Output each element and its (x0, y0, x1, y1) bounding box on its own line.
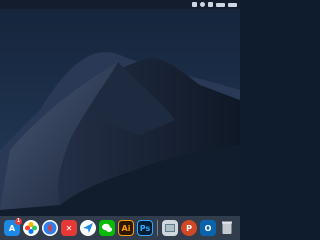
photos-icon[interactable] (23, 220, 39, 236)
notification-icon[interactable] (208, 2, 213, 7)
wifi-icon[interactable] (216, 2, 225, 7)
photos-flower-icon (25, 222, 37, 234)
safari-icon[interactable] (42, 220, 58, 236)
image-stack-icon (165, 224, 175, 232)
wechat-icon[interactable] (99, 220, 115, 236)
adobe-photoshop-icon[interactable]: Ps (137, 220, 153, 236)
siri-icon[interactable] (200, 2, 205, 7)
mail-icon[interactable] (80, 220, 96, 236)
outlook-glyph: O (204, 223, 212, 233)
chat-bubbles-icon (102, 223, 112, 232)
adobe-photoshop-label: Ps (139, 223, 151, 233)
adobe-illustrator-label: Ai (121, 223, 131, 233)
compass-icon (43, 221, 57, 235)
spotlight-icon[interactable] (192, 2, 197, 7)
trash-can-icon (222, 221, 232, 234)
powerpoint-icon[interactable]: P (181, 220, 197, 236)
app-store-icon[interactable]: A 1 (4, 218, 22, 236)
app-store-badge: 1 (15, 218, 22, 225)
adobe-illustrator-icon[interactable]: Ai (118, 220, 134, 236)
desktop-wallpaper (0, 0, 240, 240)
battery-icon[interactable] (228, 2, 237, 7)
dock: A 1 ✕ Ai Ps P O (0, 216, 240, 240)
preview-icon[interactable] (162, 220, 178, 236)
dock-divider (157, 220, 158, 236)
outlook-icon[interactable]: O (200, 220, 216, 236)
app-store-glyph: A (8, 223, 16, 233)
paper-plane-icon (83, 223, 93, 233)
menu-bar (0, 0, 240, 9)
xmind-icon[interactable]: ✕ (61, 220, 77, 236)
xmind-glyph: ✕ (65, 223, 73, 233)
powerpoint-glyph: P (186, 223, 192, 233)
trash-icon[interactable] (219, 220, 235, 236)
